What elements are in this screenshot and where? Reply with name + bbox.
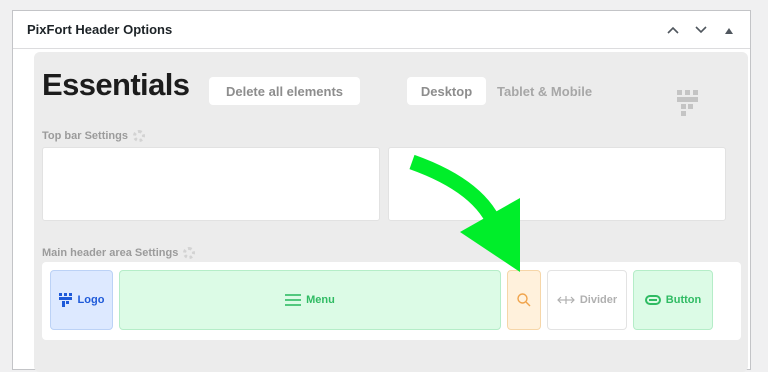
menu-label: Menu	[306, 294, 335, 306]
tab-desktop[interactable]: Desktop	[407, 77, 486, 105]
button-element[interactable]: Button	[633, 270, 713, 330]
logo-icon	[58, 293, 72, 307]
chevron-up-icon[interactable]	[666, 23, 680, 37]
triangle-up-icon[interactable]	[722, 23, 736, 37]
button-label: Button	[665, 294, 702, 306]
metabox-header: PixFort Header Options	[13, 11, 750, 49]
gear-icon[interactable]	[183, 247, 196, 259]
search-icon	[517, 293, 531, 307]
pixfort-logo-icon	[677, 90, 698, 116]
delete-all-elements-button[interactable]: Delete all elements	[209, 77, 360, 105]
gear-icon[interactable]	[132, 130, 145, 142]
divider-label: Divider	[579, 294, 618, 306]
button-pill-icon	[644, 295, 661, 305]
header-builder-panel: Essentials Delete all elements Desktop T…	[34, 52, 748, 372]
divider-arrows-icon	[556, 296, 575, 304]
builder-heading: Essentials	[42, 67, 190, 102]
logo-element[interactable]: Logo	[50, 270, 113, 330]
main-header-settings-label: Main header area Settings	[42, 247, 196, 259]
topbar-left-area[interactable]	[42, 147, 380, 221]
pixfort-header-options-metabox: PixFort Header Options Essentials Delete…	[12, 10, 751, 372]
topbar-settings-label: Top bar Settings	[42, 130, 145, 142]
main-header-settings-text: Main header area Settings	[42, 247, 179, 259]
hamburger-icon	[285, 294, 302, 306]
metabox-title: PixFort Header Options	[27, 22, 173, 37]
chevron-down-icon[interactable]	[694, 23, 708, 37]
main-header-row: Logo Menu Divider Button	[42, 262, 741, 340]
logo-label: Logo	[77, 294, 105, 306]
tab-tablet-mobile[interactable]: Tablet & Mobile	[497, 84, 592, 99]
green-arrow-annotation	[409, 154, 520, 272]
divider-element[interactable]: Divider	[547, 270, 627, 330]
topbar-settings-text: Top bar Settings	[42, 130, 128, 142]
